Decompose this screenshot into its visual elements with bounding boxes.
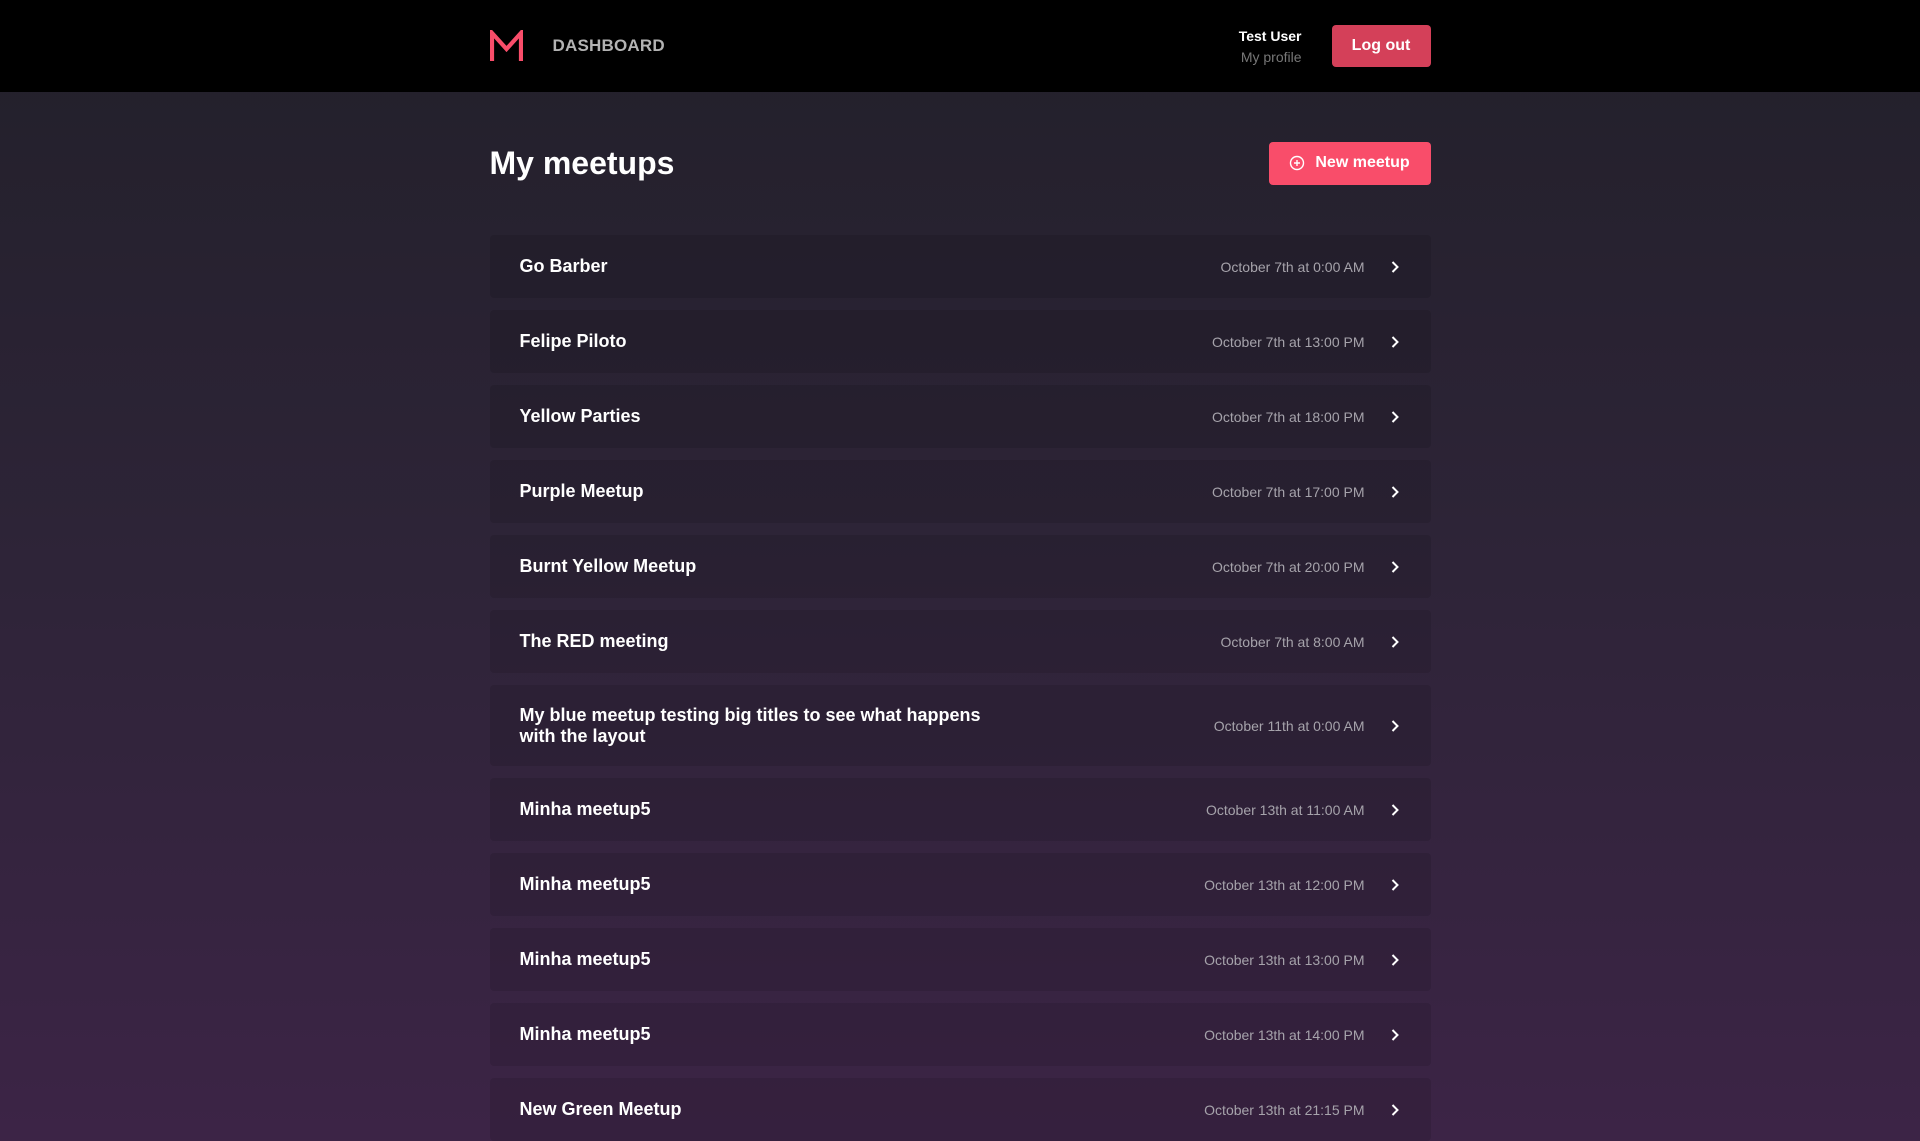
meetup-title: My blue meetup testing big titles to see… [519,704,981,746]
meetup-item[interactable]: Minha meetup5 October 13th at 12:00 PM [489,853,1431,916]
meetup-date: October 13th at 21:15 PM [1204,1101,1365,1118]
title-row: My meetups New meetup [490,141,1431,185]
meetup-title: Purple Meetup [519,481,644,501]
meetup-date: October 13th at 13:00 PM [1204,951,1365,968]
new-meetup-label: New meetup [1315,154,1410,171]
header-right: Test User My profile Log out [1239,25,1431,67]
meetup-title: Felipe Piloto [519,331,627,351]
meetup-item[interactable]: The RED meeting October 7th at 8:00 AM [489,610,1431,673]
meetup-meta: October 7th at 17:00 PM [1212,484,1401,500]
chevron-right-icon [1391,878,1399,891]
meetup-date: October 13th at 11:00 AM [1205,801,1365,818]
chevron-right-icon [1391,803,1399,816]
meetup-title: The RED meeting [519,631,669,651]
chevron-right-icon [1391,560,1399,573]
meetup-meta: October 11th at 0:00 AM [1214,718,1401,734]
meetup-item[interactable]: Purple Meetup October 7th at 17:00 PM [489,460,1431,523]
meetup-title: Minha meetup5 [519,799,651,819]
meetup-item[interactable]: Yellow Parties October 7th at 18:00 PM [489,385,1431,448]
new-meetup-button[interactable]: New meetup [1268,141,1431,185]
meetup-item[interactable]: Minha meetup5 October 13th at 13:00 PM [489,928,1431,991]
meetup-meta: October 13th at 11:00 AM [1206,802,1401,818]
chevron-right-icon [1391,1103,1399,1116]
meetup-item[interactable]: My blue meetup testing big titles to see… [489,685,1431,766]
meetup-date: October 11th at 0:00 AM [1213,717,1365,734]
meetup-date: October 7th at 20:00 PM [1211,558,1365,575]
meetup-title: Burnt Yellow Meetup [519,556,697,576]
meetup-meta: October 7th at 20:00 PM [1212,559,1401,575]
meetup-item[interactable]: Minha meetup5 October 13th at 11:00 AM [489,778,1431,841]
meetup-meta: October 7th at 8:00 AM [1221,634,1401,650]
chevron-right-icon [1391,260,1399,273]
meetup-title: Go Barber [519,256,608,276]
meetup-item[interactable]: New Green Meetup October 13th at 21:15 P… [489,1078,1431,1141]
meetup-meta: October 7th at 13:00 PM [1212,334,1401,350]
chevron-right-icon [1391,719,1399,732]
meetup-item[interactable]: Go Barber October 7th at 0:00 AM [489,235,1431,298]
nav-dashboard-link[interactable]: DASHBOARD [553,36,665,56]
logo-icon[interactable] [489,29,523,63]
meetup-list: Go Barber October 7th at 0:00 AM Felipe … [489,235,1431,1141]
chevron-right-icon [1391,1028,1399,1041]
chevron-right-icon [1391,410,1399,423]
meetup-date: October 7th at 8:00 AM [1220,633,1365,650]
meetup-meta: October 7th at 18:00 PM [1212,409,1401,425]
chevron-right-icon [1391,335,1399,348]
add-circle-icon [1290,155,1305,171]
meetup-date: October 7th at 18:00 PM [1211,408,1365,425]
top-header: DASHBOARD Test User My profile Log out [0,0,1920,92]
header-left: DASHBOARD [489,29,665,63]
meetup-item[interactable]: Burnt Yellow Meetup October 7th at 20:00… [489,535,1431,598]
meetup-date: October 7th at 17:00 PM [1211,483,1365,500]
chevron-right-icon [1391,953,1399,966]
meetup-date: October 7th at 0:00 AM [1220,258,1365,275]
meetup-title: Minha meetup5 [519,874,651,894]
meetup-title: Minha meetup5 [519,949,651,969]
meetup-title: Yellow Parties [519,406,641,426]
meetup-meta: October 13th at 13:00 PM [1204,952,1400,968]
meetup-item[interactable]: Minha meetup5 October 13th at 14:00 PM [489,1003,1431,1066]
meetup-date: October 13th at 14:00 PM [1204,1026,1365,1043]
meetup-meta: October 13th at 12:00 PM [1204,877,1400,893]
main-content: My meetups New meetup Go Barber October … [489,141,1431,1141]
my-profile-link[interactable]: My profile [1241,47,1302,67]
user-profile: Test User My profile [1239,26,1302,67]
meetup-item[interactable]: Felipe Piloto October 7th at 13:00 PM [489,310,1431,373]
logout-button[interactable]: Log out [1331,25,1431,67]
page-title: My meetups [489,144,675,181]
meetup-title: Minha meetup5 [519,1024,651,1044]
meetup-title: New Green Meetup [519,1099,682,1119]
meetup-meta: October 13th at 14:00 PM [1204,1027,1400,1043]
header-inner: DASHBOARD Test User My profile Log out [489,0,1431,92]
meetup-meta: October 13th at 21:15 PM [1204,1102,1400,1118]
meetup-meta: October 7th at 0:00 AM [1221,259,1401,275]
chevron-right-icon [1391,635,1399,648]
meetup-date: October 13th at 12:00 PM [1204,876,1365,893]
chevron-right-icon [1391,485,1399,498]
user-name: Test User [1238,27,1302,44]
meetup-date: October 7th at 13:00 PM [1211,333,1365,350]
